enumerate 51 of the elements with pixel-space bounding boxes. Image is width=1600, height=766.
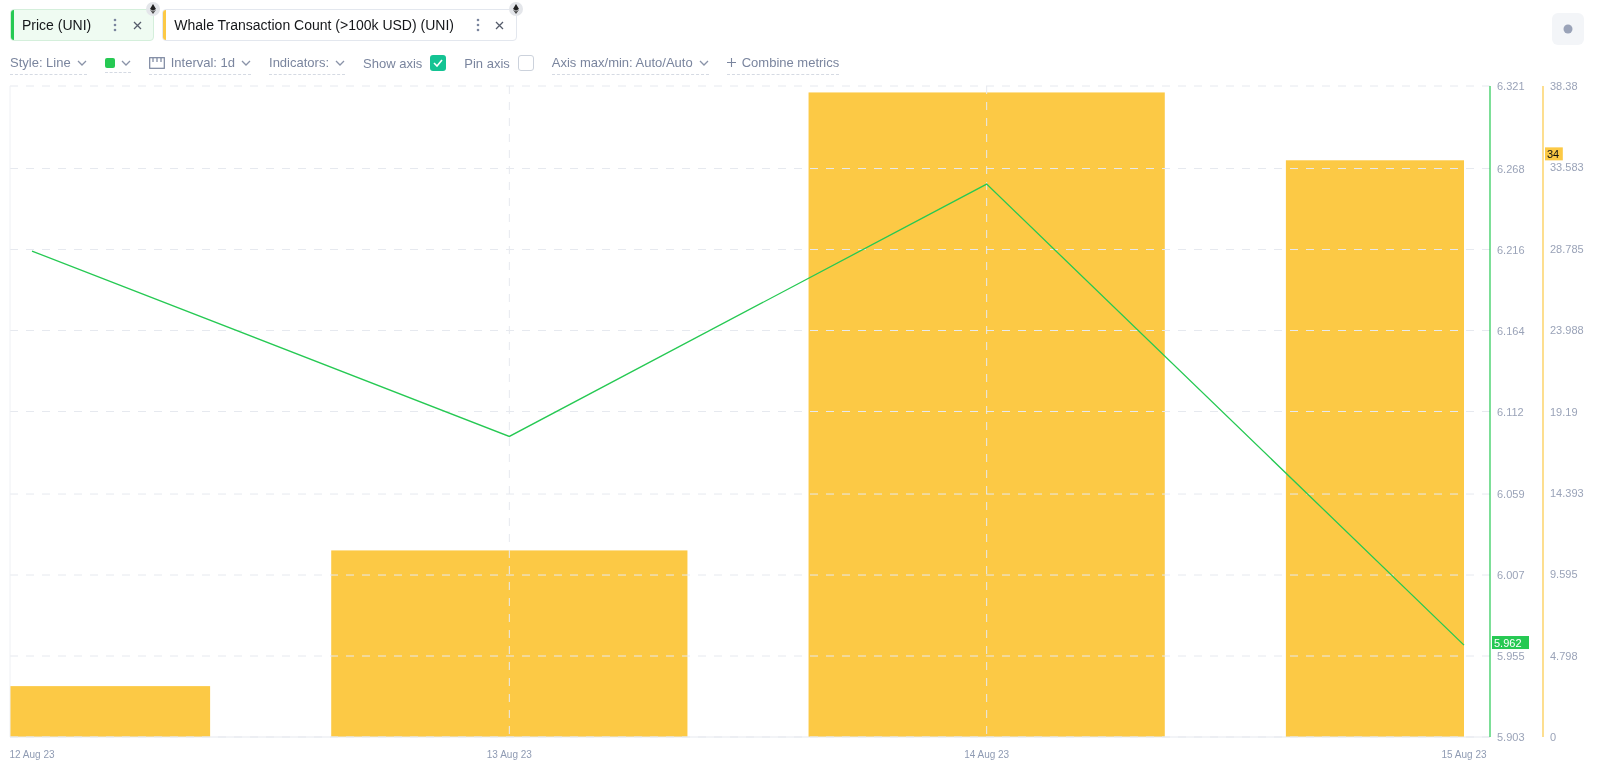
ethereum-icon (508, 2, 523, 16)
date-label: 12 Aug 23 (9, 749, 55, 760)
metric-chip[interactable]: Whale Transaction Count (>100k USD) (UNI) (162, 9, 517, 41)
value-badge: 34 (1545, 147, 1563, 161)
metric-label: Whale Transaction Count (>100k USD) (UNI) (173, 17, 455, 33)
date-label: 15 Aug 23 (1441, 749, 1487, 760)
chevron-down-icon (335, 59, 345, 66)
axis-tick-label: 6.007 (1497, 569, 1525, 582)
check-icon (433, 59, 444, 67)
value-badge: 5.962 (1492, 636, 1529, 649)
axis-tick-label: 23.988 (1550, 324, 1584, 337)
axis-tick-label: 28.785 (1550, 242, 1584, 255)
combine-button[interactable]: Combine metrics (726, 55, 840, 75)
date-label: 14 Aug 23 (964, 749, 1010, 760)
axis-tick-label: 5.955 (1497, 650, 1525, 662)
axis-tick-label: 9.595 (1550, 568, 1578, 581)
axis-tick-label: 6.216 (1497, 243, 1525, 256)
axis-tick-label: 19.19 (1550, 405, 1578, 418)
chevron-down-icon (698, 59, 709, 66)
dropdown-button[interactable]: Indicators: (269, 55, 345, 75)
axis-tick-label: 38.38 (1550, 80, 1578, 92)
dropdown-button[interactable]: Axis max/min: Auto/Auto (551, 55, 709, 75)
interval-dropdown[interactable]: Interval: 1d (148, 55, 252, 75)
axis-tick-label: 6.112 (1497, 405, 1524, 418)
chevron-down-icon (76, 59, 87, 66)
axis-tick-label: 4.798 (1550, 649, 1578, 662)
axis-tick-label: 5.903 (1497, 731, 1525, 743)
ethereum-icon (146, 2, 161, 16)
checkbox[interactable] (430, 55, 447, 71)
axis-tick-label: 14.393 (1550, 486, 1584, 499)
axis-tick-label: 6.059 (1497, 488, 1525, 501)
metric-chip[interactable]: Price (UNI) (10, 9, 155, 41)
metric-label: Price (UNI) (21, 17, 93, 33)
checkbox[interactable] (517, 55, 534, 71)
axis-tick-label: 6.321 (1497, 80, 1525, 92)
color-picker[interactable] (104, 57, 131, 73)
ruler-icon (148, 56, 165, 69)
dropdown-button[interactable]: Style: Line (10, 55, 87, 75)
chevron-down-icon (241, 59, 252, 66)
axis-tick-label: 6.164 (1497, 324, 1525, 337)
dot-icon (1563, 24, 1573, 34)
annotation: 5.962 (1494, 636, 1522, 649)
plus-icon (726, 58, 736, 67)
record-button[interactable] (1552, 13, 1584, 45)
axis-tick-label: 6.268 (1497, 162, 1525, 175)
date-label: 13 Aug 23 (486, 749, 532, 760)
chevron-down-icon (120, 59, 131, 66)
axis-tick-label: 33.583 (1550, 161, 1584, 174)
axis-tick-label: 0 (1550, 731, 1557, 743)
checkbox-label: Pin axis (464, 55, 510, 71)
checkbox-label: Show axis (363, 55, 423, 71)
